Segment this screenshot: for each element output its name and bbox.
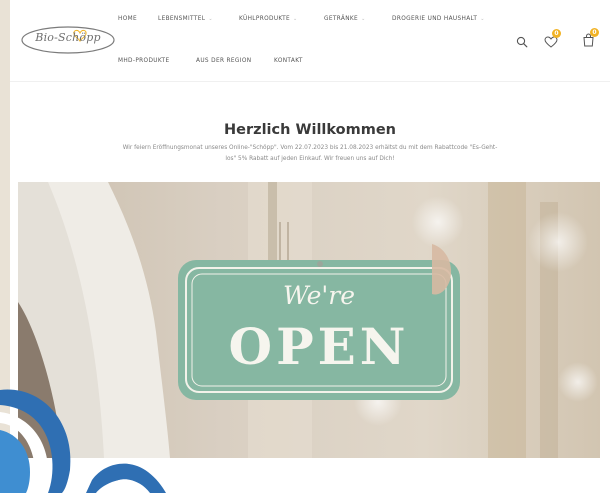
nav-lebensmittel-label: LEBENSMITTEL bbox=[158, 16, 206, 22]
search-icon[interactable] bbox=[516, 33, 528, 48]
nav-kontakt[interactable]: KONTAKT bbox=[274, 58, 303, 64]
logo-text: Bio-Schöpp bbox=[35, 31, 101, 44]
cart-count-badge: 0 bbox=[590, 28, 599, 37]
nav-mhd-produkte[interactable]: MHD-PRODUKTE bbox=[118, 58, 169, 64]
sign-open-text: OPEN bbox=[228, 317, 410, 376]
nav-home[interactable]: HOME bbox=[118, 16, 137, 22]
chevron-down-icon: ⌄ bbox=[361, 16, 366, 22]
nav-drogerie[interactable]: DROGERIE UND HAUSHALT ⌄ bbox=[392, 16, 485, 22]
nav-region-label: AUS DER REGION bbox=[196, 58, 252, 64]
nav-mhd-label: MHD-PRODUKTE bbox=[118, 58, 170, 64]
decorative-wave-shape bbox=[0, 389, 166, 493]
nav-kontakt-label: KONTAKT bbox=[274, 58, 303, 64]
welcome-text: Wir feiern Eröffnungsmonat unseres Onlin… bbox=[122, 145, 498, 162]
nav-getraenke-label: GETRÄNKE bbox=[324, 16, 359, 22]
wishlist-button[interactable]: 0 bbox=[544, 29, 561, 48]
welcome-title: Herzlich Willkommen bbox=[224, 122, 396, 138]
nav-kuehlprodukte[interactable]: KÜHLPRODUKTE ⌄ bbox=[239, 16, 298, 22]
nav-drogerie-label: DROGERIE UND HAUSHALT bbox=[392, 16, 478, 22]
sign-script-text: We're bbox=[282, 281, 356, 310]
site-logo[interactable]: Bio-Schöpp bbox=[20, 24, 116, 56]
nav-kuehlprodukte-label: KÜHLPRODUKTE bbox=[239, 16, 291, 22]
nav-lebensmittel[interactable]: LEBENSMITTEL ⌄ bbox=[158, 16, 213, 22]
chevron-down-icon: ⌄ bbox=[480, 16, 485, 22]
nav-aus-der-region[interactable]: AUS DER REGION bbox=[196, 58, 251, 64]
nav-getraenke[interactable]: GETRÄNKE ⌄ bbox=[324, 16, 366, 22]
cart-button[interactable]: 0 bbox=[582, 28, 599, 47]
site-header: Bio-Schöpp HOME LEBENSMITTEL ⌄ KÜHLPRODUK… bbox=[10, 0, 610, 82]
chevron-down-icon: ⌄ bbox=[208, 16, 213, 22]
chevron-down-icon: ⌄ bbox=[293, 16, 298, 22]
wishlist-count-badge: 0 bbox=[552, 29, 561, 38]
nav-home-label: HOME bbox=[118, 16, 137, 22]
